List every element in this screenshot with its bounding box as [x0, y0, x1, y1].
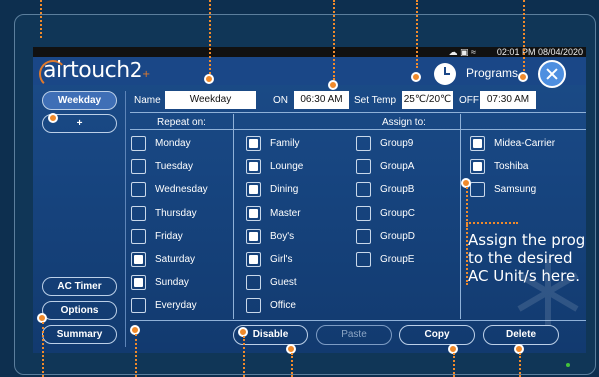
checkbox[interactable]	[131, 182, 146, 198]
name-label: Name	[134, 95, 161, 106]
status-bar: ☁ ▣ ≈ 02:01 PM 08/04/2020	[33, 47, 586, 57]
column-divider-2	[460, 114, 461, 319]
checkbox-label: Dining	[270, 184, 299, 196]
temp-annotation-dot	[411, 72, 421, 82]
on-annotation-dot	[328, 80, 338, 90]
checkbox[interactable]	[131, 136, 146, 151]
annotation-callout: Assign the prog to the desired AC Unit/s…	[468, 231, 599, 289]
checkbox[interactable]	[246, 136, 261, 151]
checkbox[interactable]	[356, 136, 371, 151]
tab-weekday[interactable]: Weekday	[42, 91, 117, 110]
checkbox[interactable]	[131, 205, 146, 221]
repeat-title: Repeat on:	[157, 117, 206, 128]
checkbox[interactable]	[246, 298, 261, 314]
callout-line-1: Assign the prog	[468, 231, 586, 249]
app-logo: airtouch2+	[43, 58, 150, 83]
checkbox[interactable]	[470, 136, 485, 151]
on-label: ON	[273, 95, 288, 106]
checkbox[interactable]	[131, 275, 146, 291]
checkbox[interactable]	[246, 182, 261, 198]
checkbox[interactable]	[246, 252, 261, 267]
ac-timer-button[interactable]: AC Timer	[42, 277, 117, 296]
app-screen: ☁ ▣ ≈ 02:01 PM 08/04/2020 airtouch2+ Pro…	[33, 47, 586, 353]
checkbox-label: GroupC	[380, 207, 416, 219]
checkbox-label: GroupB	[380, 184, 415, 196]
on-time-field[interactable]: 06:30 AM	[294, 91, 349, 109]
checkbox[interactable]	[356, 205, 371, 221]
checkbox-label: Tuesday	[155, 161, 193, 173]
checkbox-label: Friday	[155, 230, 183, 242]
checkbox-label: Family	[270, 138, 300, 149]
paste-button[interactable]: Paste	[316, 325, 392, 345]
checkbox[interactable]	[356, 228, 371, 244]
checkbox-label: Thursday	[155, 207, 197, 219]
status-icons: ☁ ▣ ≈	[448, 47, 476, 57]
checkbox[interactable]	[131, 252, 146, 267]
checkbox[interactable]	[131, 228, 146, 244]
checkbox-label: Everyday	[155, 300, 197, 312]
status-dot	[566, 363, 570, 367]
off-time-field[interactable]: 07:30 AM	[480, 91, 536, 109]
column-divider-1	[233, 114, 234, 319]
checkbox-label: Office	[270, 300, 296, 312]
checkbox[interactable]	[131, 298, 146, 314]
status-time: 02:01 PM 08/04/2020	[496, 47, 583, 57]
checkbox[interactable]	[470, 159, 485, 175]
logo-text: airtouch	[43, 58, 130, 83]
checkbox[interactable]	[246, 159, 261, 175]
checkbox-label: Lounge	[270, 161, 304, 173]
off-label: OFF	[459, 95, 479, 106]
name-annotation-dot	[204, 74, 214, 84]
checkbox-label: Toshiba	[494, 161, 529, 173]
checkbox-label: Midea-Carrier	[494, 138, 556, 149]
delete-button[interactable]: Delete	[483, 325, 559, 345]
checkbox-label: Sunday	[155, 277, 189, 289]
checkbox-label: GroupE	[380, 254, 415, 265]
checkbox[interactable]	[356, 252, 371, 267]
close-button[interactable]	[538, 60, 566, 88]
sidebar-divider	[125, 91, 126, 347]
assign-title: Assign to:	[382, 117, 426, 128]
checkbox-label: Monday	[155, 138, 191, 149]
add-annotation-dot	[48, 113, 58, 123]
checkbox-label: GroupA	[380, 161, 415, 173]
off-annotation-dot	[518, 72, 528, 82]
checkbox[interactable]	[356, 159, 371, 175]
checkbox[interactable]	[356, 182, 371, 198]
callout-line-3: AC Unit/s here.	[468, 267, 580, 285]
logo-plus: +	[141, 69, 150, 80]
programs-title: Programs	[466, 66, 519, 80]
checkbox[interactable]	[131, 159, 146, 175]
checkbox-label: Saturday	[155, 254, 196, 265]
options-button[interactable]: Options	[42, 301, 117, 320]
checkbox-label: Guest	[270, 277, 297, 289]
callout-line-2: to the desired	[468, 249, 573, 267]
name-field[interactable]: Weekday	[165, 91, 256, 109]
checkbox-label: Boy's	[270, 230, 295, 242]
checkbox[interactable]	[246, 228, 261, 244]
checkbox-label: Master	[270, 207, 301, 219]
copy-button[interactable]: Copy	[399, 325, 475, 345]
logo-version: 2	[129, 58, 143, 82]
checkbox-label: GroupD	[380, 230, 416, 242]
checkbox-label: Girl's	[270, 254, 293, 265]
set-temp-label: Set Temp	[354, 95, 397, 106]
clock-icon[interactable]	[434, 63, 456, 85]
checkbox-label: Group9	[380, 138, 414, 149]
summary-button[interactable]: Summary	[42, 325, 117, 344]
form-separator	[130, 112, 586, 113]
checkbox-label: Wednesday	[155, 184, 208, 196]
set-temp-field[interactable]: 25℃/20℃	[402, 91, 453, 109]
title-separator	[130, 129, 586, 130]
checkbox[interactable]	[246, 275, 261, 291]
checkbox-label: Samsung	[494, 184, 537, 196]
checkbox[interactable]	[470, 182, 485, 198]
checkbox[interactable]	[246, 205, 261, 221]
